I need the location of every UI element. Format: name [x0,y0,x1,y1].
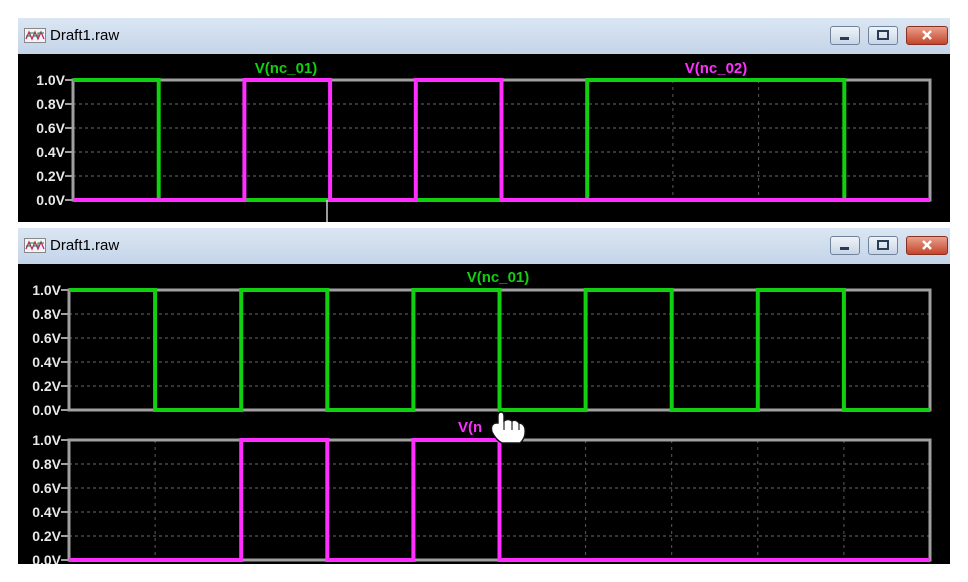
minimize-button[interactable] [830,26,860,45]
trace-label-nc-01[interactable]: V(nc_01) [255,60,318,77]
close-button[interactable] [906,26,948,45]
y-tick-label: 0.2V [32,528,61,544]
y-tick-label: 0.0V [32,552,61,564]
trace-vnc01[interactable] [69,288,930,412]
waveform-window-icon [24,28,46,43]
waveform-window-icon [24,238,46,253]
maximize-button[interactable] [868,26,898,45]
y-tick-label: 0.4V [32,354,61,370]
y-tick-label: 0.2V [36,168,65,184]
y-tick-label: 0.0V [32,402,61,418]
plot-area-2[interactable]: 1.0V 0.8V 0.6V 0.4V 0.2V 0.0V 1.0V 0.8V 0.6V 0.4V… [18,264,950,564]
y-tick-label: 0.8V [36,96,65,112]
close-icon [922,240,932,250]
close-button[interactable] [906,236,948,255]
maximize-button[interactable] [868,236,898,255]
maximize-icon [877,240,889,250]
y-tick-label: 0.6V [32,480,61,496]
y-tick-label: 0.2V [32,378,61,394]
y-tick-label: 0.8V [32,456,61,472]
minimize-button[interactable] [830,236,860,255]
waveform-window-2[interactable]: Draft1.raw 1.0V 0.8V 0.6V 0.4V 0.2V 0.0V 1.0V 0… [18,228,950,564]
y-tick-label: 1.0V [36,72,65,88]
y-tick-label: 0.8V [32,306,61,322]
y-tick-label: 0.4V [32,504,61,520]
y-tick-label: 1.0V [32,282,61,298]
y-tick-label: 0.0V [36,192,65,208]
hand-cursor-icon [490,411,526,444]
minimize-icon [840,37,849,40]
window-2-title: Draft1.raw [50,237,120,254]
y-tick-label: 0.6V [36,120,65,136]
y-tick-label: 1.0V [32,432,61,448]
plot-area-1[interactable]: 1.0V 0.8V 0.6V 0.4V 0.2V 0.0V V(nc_01) V(nc_02) [18,54,950,222]
hand-cursor-shape [490,411,526,444]
window-1-title: Draft1.raw [50,27,120,44]
trace-label-nc-02[interactable]: V(nc_02) [685,60,748,77]
y-tick-label: 0.6V [32,330,61,346]
waveform-window-1[interactable]: Draft1.raw 1.0V 0.8V 0.6V 0.4V 0.2V 0.0V V(nc_… [18,18,950,222]
close-icon [922,30,932,40]
waveform-plot-1[interactable]: 1.0V 0.8V 0.6V 0.4V 0.2V 0.0V V(nc_01) V(nc_02) [18,54,950,222]
trace-label-nc-02[interactable]: V(n [458,419,482,436]
maximize-icon [877,30,889,40]
trace-vnc02[interactable] [73,78,930,202]
window-2-titlebar[interactable]: Draft1.raw [18,228,950,265]
minimize-icon [840,247,849,250]
y-tick-label: 0.4V [36,144,65,160]
trace-vn[interactable] [69,438,930,562]
trace-label-nc-01[interactable]: V(nc_01) [467,269,530,286]
window-1-titlebar[interactable]: Draft1.raw [18,18,950,55]
waveform-plot-2[interactable]: 1.0V 0.8V 0.6V 0.4V 0.2V 0.0V 1.0V 0.8V 0.6V 0.4V… [18,264,950,564]
